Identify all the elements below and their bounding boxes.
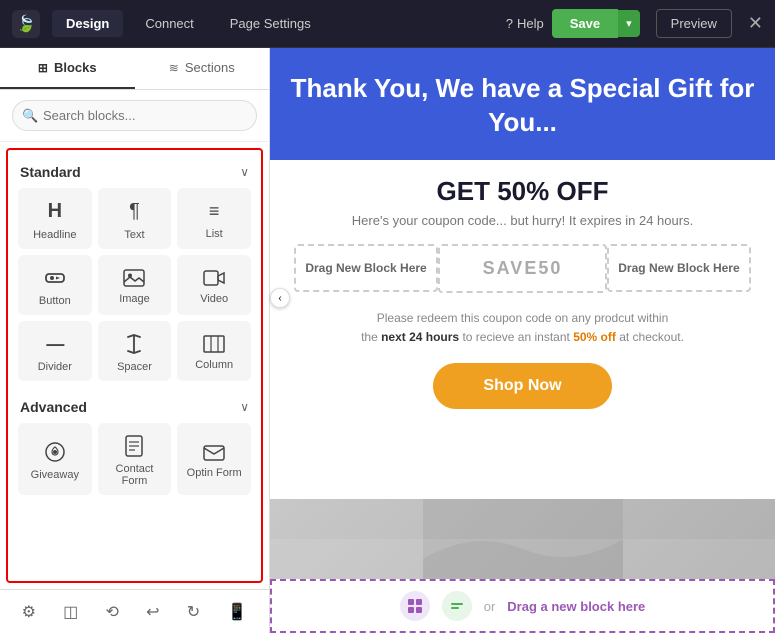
left-panel: ⊞ Blocks ≋ Sections 🔍 Standard ∨ <box>0 48 270 633</box>
save-button[interactable]: Save <box>552 9 618 38</box>
panel-collapse-arrow[interactable]: ‹ <box>270 288 290 308</box>
logo-icon: 🍃 <box>12 10 40 38</box>
divider-icon: — <box>46 334 63 355</box>
blocks-tab-icon: ⊞ <box>38 61 48 75</box>
preview-blue-header: Thank You, We have a Special Gift for Yo… <box>270 48 775 160</box>
block-video[interactable]: Video <box>177 255 251 315</box>
block-divider[interactable]: — Divider <box>18 321 92 381</box>
refresh-icon[interactable]: ⟲ <box>100 596 125 628</box>
block-giveaway[interactable]: Giveaway <box>18 423 92 495</box>
standard-blocks-grid: H Headline ¶ Text ≡ List Button <box>18 188 251 381</box>
headline-icon: H <box>48 200 62 223</box>
preview-white-section: GET 50% OFF Here's your coupon code... b… <box>270 160 775 499</box>
panel-tabs: ⊞ Blocks ≋ Sections <box>0 48 269 90</box>
search-input[interactable] <box>12 100 257 131</box>
drag-block-right[interactable]: Drag New Block Here <box>607 244 751 292</box>
top-nav: 🍃 Design Connect Page Settings ? Help Sa… <box>0 0 775 48</box>
button-icon <box>44 267 66 289</box>
nav-tab-page-settings[interactable]: Page Settings <box>216 10 325 37</box>
close-button[interactable]: ✕ <box>748 13 763 34</box>
page-preview: Thank You, We have a Special Gift for Yo… <box>270 48 775 633</box>
preview-bottom-image <box>270 499 775 579</box>
save-button-group: Save ▾ <box>552 9 640 38</box>
discount-text: GET 50% OFF <box>294 176 751 207</box>
advanced-blocks-grid: Giveaway Contact Form Optin Form <box>18 423 251 495</box>
advanced-section-header: Advanced ∨ <box>18 395 251 423</box>
sections-tab-icon: ≋ <box>169 61 179 75</box>
coupon-row: Drag New Block Here SAVE50 Drag New Bloc… <box>294 244 751 293</box>
coupon-code-box: SAVE50 <box>438 244 607 293</box>
block-button[interactable]: Button <box>18 255 92 315</box>
drag-grid-icon <box>400 591 430 621</box>
search-bar: 🔍 <box>0 90 269 142</box>
bottom-toolbar: ⚙ ◫ ⟲ ↩ ↻ 📱 <box>0 589 269 633</box>
tab-blocks[interactable]: ⊞ Blocks <box>0 48 135 89</box>
tab-sections[interactable]: ≋ Sections <box>135 48 270 89</box>
drag-new-block-bar[interactable]: or Drag a new block here <box>270 579 775 633</box>
advanced-section-title: Advanced <box>20 399 87 415</box>
advanced-section-collapse[interactable]: ∨ <box>240 400 249 414</box>
block-spacer[interactable]: Spacer <box>98 321 172 381</box>
search-icon: 🔍 <box>22 108 38 124</box>
shop-now-button[interactable]: Shop Now <box>433 363 611 409</box>
blocks-content: Standard ∨ H Headline ¶ Text ≡ List <box>6 148 263 583</box>
block-list[interactable]: ≡ List <box>177 188 251 249</box>
spacer-icon <box>125 333 143 355</box>
main-layout: ⊞ Blocks ≋ Sections 🔍 Standard ∨ <box>0 48 775 633</box>
mobile-icon[interactable]: 📱 <box>221 596 253 628</box>
block-column[interactable]: Column <box>177 321 251 381</box>
block-text[interactable]: ¶ Text <box>98 188 172 249</box>
nav-tab-connect[interactable]: Connect <box>131 10 207 37</box>
nav-tab-design[interactable]: Design <box>52 10 123 37</box>
settings-icon[interactable]: ⚙ <box>16 596 42 628</box>
text-icon: ¶ <box>129 200 140 223</box>
block-optin-form[interactable]: Optin Form <box>177 423 251 495</box>
right-panel: Thank You, We have a Special Gift for Yo… <box>270 48 775 633</box>
standard-section-title: Standard <box>20 164 81 180</box>
save-dropdown-button[interactable]: ▾ <box>618 10 640 37</box>
redeem-text: Please redeem this coupon code on any pr… <box>294 309 751 347</box>
drag-new-block-text[interactable]: Drag a new block here <box>507 599 645 614</box>
image-icon <box>123 269 145 287</box>
standard-section-header: Standard ∨ <box>18 160 251 188</box>
block-contact-form[interactable]: Contact Form <box>98 423 172 495</box>
list-icon: ≡ <box>209 201 220 222</box>
preview-button[interactable]: Preview <box>656 9 732 38</box>
optin-form-icon <box>203 443 225 461</box>
block-headline[interactable]: H Headline <box>18 188 92 249</box>
undo-icon[interactable]: ↩ <box>140 596 165 628</box>
contact-form-icon <box>124 435 144 457</box>
standard-section-collapse[interactable]: ∨ <box>240 165 249 179</box>
help-button[interactable]: ? Help <box>506 16 544 31</box>
drag-block-left[interactable]: Drag New Block Here <box>294 244 438 292</box>
layers-icon[interactable]: ◫ <box>57 596 84 628</box>
giveaway-icon <box>44 441 66 463</box>
drag-text-icon <box>442 591 472 621</box>
block-image[interactable]: Image <box>98 255 172 315</box>
subtitle-text: Here's your coupon code... but hurry! It… <box>294 213 751 228</box>
redo-icon[interactable]: ↻ <box>181 596 206 628</box>
column-icon <box>203 335 225 353</box>
video-icon <box>203 269 225 287</box>
blue-header-text: Thank You, We have a Special Gift for Yo… <box>290 72 755 140</box>
drag-or-text: or <box>484 599 496 614</box>
